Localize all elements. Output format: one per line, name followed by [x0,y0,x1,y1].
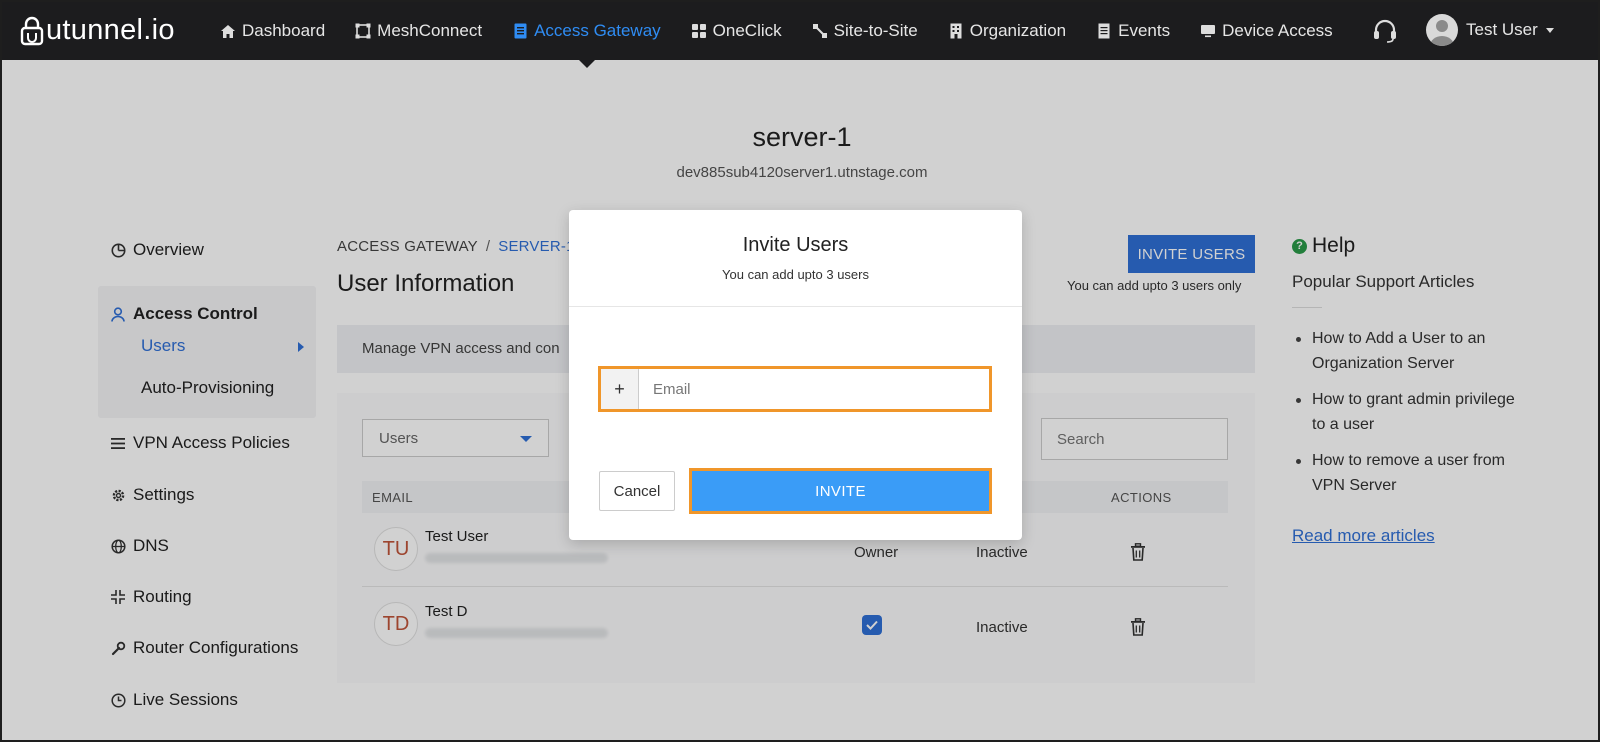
gateway-icon [512,23,528,39]
top-navbar: utunnel.io Dashboard MeshConnect Access … [2,2,1598,60]
chevron-down-icon [1545,27,1554,33]
nav-oneclick[interactable]: OneClick [691,21,782,41]
nav-dashboard[interactable]: Dashboard [220,21,325,41]
nav-label: Site-to-Site [833,21,918,40]
mesh-icon [355,23,371,39]
oneclick-icon [691,23,707,39]
nav-label: Dashboard [242,21,326,40]
invite-button-highlight: INVITE [689,468,992,514]
invite-users-modal: Invite Users You can add upto 3 users + … [569,210,1022,540]
nav-label: Events [1118,21,1171,40]
email-field-highlight: + [598,366,992,412]
device-icon [1200,23,1216,39]
home-icon [220,23,236,39]
user-menu[interactable]: Test User [1426,14,1554,46]
nav-label: Organization [969,21,1067,40]
nav-meshconnect[interactable]: MeshConnect [355,21,482,41]
brand-name: utunnel.io [46,14,175,46]
user-avatar-icon [1426,14,1458,46]
nav-label: Access Gateway [534,21,661,40]
nav-device-access[interactable]: Device Access [1200,21,1333,41]
modal-title: Invite Users [742,234,849,256]
email-field[interactable] [639,369,989,409]
nav-label: MeshConnect [377,21,483,40]
nav-label: OneClick [712,21,782,40]
lock-logo-icon [20,16,44,45]
nav-organization[interactable]: Organization [948,21,1066,41]
modal-divider [569,306,1022,307]
nav-site-to-site[interactable]: Site-to-Site [812,21,918,41]
nav-events[interactable]: Events [1096,21,1170,41]
site-to-site-icon [812,23,828,39]
nav-label: Device Access [1222,21,1333,40]
events-icon [1096,23,1112,39]
building-icon [948,23,964,39]
brand-logo[interactable]: utunnel.io [20,14,175,47]
app-window: utunnel.io Dashboard MeshConnect Access … [0,0,1600,742]
modal-subtitle: You can add upto 3 users [722,267,869,282]
invite-button[interactable]: INVITE [692,471,989,511]
main-nav: Dashboard MeshConnect Access Gateway One… [220,2,1363,60]
support-headset-icon[interactable] [1372,18,1398,49]
user-name: Test User [1466,20,1538,39]
add-email-button[interactable]: + [601,369,639,409]
nav-access-gateway[interactable]: Access Gateway [512,21,661,41]
cancel-button[interactable]: Cancel [599,471,675,511]
active-nav-pointer [579,60,595,68]
